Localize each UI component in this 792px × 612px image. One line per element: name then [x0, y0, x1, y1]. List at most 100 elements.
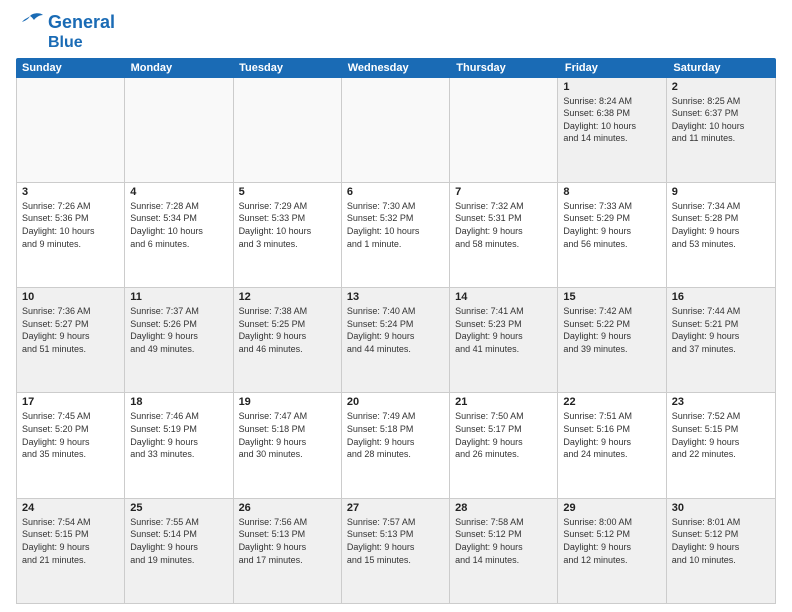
calendar-cell: 14 Sunrise: 7:41 AMSunset: 5:23 PMDayligh…	[450, 288, 558, 392]
calendar-cell: 11Sunrise: 7:37 AMSunset: 5:26 PMDayligh…	[125, 288, 233, 392]
calendar-cell	[450, 78, 558, 182]
day-info: Sunrise: 7:29 AMSunset: 5:33 PMDaylight:…	[239, 200, 336, 250]
day-number: 28	[455, 502, 552, 514]
calendar-cell	[234, 78, 342, 182]
day-number: 5	[239, 186, 336, 198]
calendar-header: SundayMondayTuesdayWednesdayThursdayFrid…	[16, 58, 776, 78]
day-number: 6	[347, 186, 444, 198]
day-info: Sunrise: 7:45 AMSunset: 5:20 PMDaylight:…	[22, 410, 119, 460]
calendar-cell: 2 Sunrise: 8:25 AMSunset: 6:37 PMDaylight…	[667, 78, 775, 182]
day-number: 29	[563, 502, 660, 514]
header-day-saturday: Saturday	[667, 58, 776, 78]
day-info: Sunrise: 8:24 AMSunset: 6:38 PMDaylight:…	[563, 95, 660, 145]
day-info: Sunrise: 8:01 AMSunset: 5:12 PMDaylight:…	[672, 516, 770, 566]
day-info: Sunrise: 7:49 AMSunset: 5:18 PMDaylight:…	[347, 410, 444, 460]
calendar-cell: 5 Sunrise: 7:29 AMSunset: 5:33 PMDaylight…	[234, 183, 342, 287]
day-info: Sunrise: 8:25 AMSunset: 6:37 PMDaylight:…	[672, 95, 770, 145]
day-number: 17	[22, 396, 119, 408]
calendar-cell: 12Sunrise: 7:38 AMSunset: 5:25 PMDayligh…	[234, 288, 342, 392]
day-info: Sunrise: 7:55 AMSunset: 5:14 PMDaylight:…	[130, 516, 227, 566]
calendar-cell: 25Sunrise: 7:55 AMSunset: 5:14 PMDayligh…	[125, 499, 233, 603]
calendar-cell: 8Sunrise: 7:33 AMSunset: 5:29 PMDaylight…	[558, 183, 666, 287]
day-info: Sunrise: 7:50 AMSunset: 5:17 PMDaylight:…	[455, 410, 552, 460]
header-day-sunday: Sunday	[16, 58, 125, 78]
logo-subtext: Blue	[48, 34, 83, 52]
header-day-tuesday: Tuesday	[233, 58, 342, 78]
calendar-cell: 28 Sunrise: 7:58 AMSunset: 5:12 PMDayligh…	[450, 499, 558, 603]
calendar-cell	[342, 78, 450, 182]
day-info: Sunrise: 7:26 AMSunset: 5:36 PMDaylight:…	[22, 200, 119, 250]
header-day-thursday: Thursday	[450, 58, 559, 78]
calendar-cell: 13Sunrise: 7:40 AMSunset: 5:24 PMDayligh…	[342, 288, 450, 392]
header-day-friday: Friday	[559, 58, 668, 78]
header: General Blue	[16, 12, 776, 52]
day-info: Sunrise: 7:56 AMSunset: 5:13 PMDaylight:…	[239, 516, 336, 566]
calendar-week-5: 24Sunrise: 7:54 AMSunset: 5:15 PMDayligh…	[17, 499, 775, 603]
day-info: Sunrise: 7:34 AMSunset: 5:28 PMDaylight:…	[672, 200, 770, 250]
header-day-wednesday: Wednesday	[342, 58, 451, 78]
day-number: 16	[672, 291, 770, 303]
day-info: Sunrise: 7:37 AMSunset: 5:26 PMDaylight:…	[130, 305, 227, 355]
day-number: 12	[239, 291, 336, 303]
day-number: 14	[455, 291, 552, 303]
day-number: 20	[347, 396, 444, 408]
day-info: Sunrise: 7:30 AMSunset: 5:32 PMDaylight:…	[347, 200, 444, 250]
day-number: 2	[672, 81, 770, 93]
day-info: Sunrise: 7:58 AMSunset: 5:12 PMDaylight:…	[455, 516, 552, 566]
calendar-body: 1 Sunrise: 8:24 AMSunset: 6:38 PMDaylight…	[16, 78, 776, 604]
day-info: Sunrise: 7:46 AMSunset: 5:19 PMDaylight:…	[130, 410, 227, 460]
day-number: 15	[563, 291, 660, 303]
calendar-cell: 7 Sunrise: 7:32 AMSunset: 5:31 PMDaylight…	[450, 183, 558, 287]
day-number: 19	[239, 396, 336, 408]
calendar-cell: 21 Sunrise: 7:50 AMSunset: 5:17 PMDayligh…	[450, 393, 558, 497]
day-info: Sunrise: 7:44 AMSunset: 5:21 PMDaylight:…	[672, 305, 770, 355]
day-info: Sunrise: 7:47 AMSunset: 5:18 PMDaylight:…	[239, 410, 336, 460]
calendar-cell: 6 Sunrise: 7:30 AMSunset: 5:32 PMDaylight…	[342, 183, 450, 287]
logo-text: General	[48, 13, 115, 33]
calendar-cell: 18 Sunrise: 7:46 AMSunset: 5:19 PMDayligh…	[125, 393, 233, 497]
calendar-cell: 3 Sunrise: 7:26 AMSunset: 5:36 PMDaylight…	[17, 183, 125, 287]
day-number: 4	[130, 186, 227, 198]
calendar-cell: 10Sunrise: 7:36 AMSunset: 5:27 PMDayligh…	[17, 288, 125, 392]
day-info: Sunrise: 8:00 AMSunset: 5:12 PMDaylight:…	[563, 516, 660, 566]
calendar-cell	[17, 78, 125, 182]
day-number: 23	[672, 396, 770, 408]
calendar-cell	[125, 78, 233, 182]
logo: General Blue	[16, 12, 115, 52]
day-number: 9	[672, 186, 770, 198]
day-number: 26	[239, 502, 336, 514]
day-number: 21	[455, 396, 552, 408]
calendar-cell: 24Sunrise: 7:54 AMSunset: 5:15 PMDayligh…	[17, 499, 125, 603]
day-number: 22	[563, 396, 660, 408]
day-number: 10	[22, 291, 119, 303]
calendar-cell: 4Sunrise: 7:28 AMSunset: 5:34 PMDaylight…	[125, 183, 233, 287]
day-info: Sunrise: 7:40 AMSunset: 5:24 PMDaylight:…	[347, 305, 444, 355]
day-number: 18	[130, 396, 227, 408]
logo-bird-icon	[16, 12, 44, 34]
day-info: Sunrise: 7:32 AMSunset: 5:31 PMDaylight:…	[455, 200, 552, 250]
calendar-cell: 1 Sunrise: 8:24 AMSunset: 6:38 PMDaylight…	[558, 78, 666, 182]
day-info: Sunrise: 7:41 AMSunset: 5:23 PMDaylight:…	[455, 305, 552, 355]
calendar-cell: 17 Sunrise: 7:45 AMSunset: 5:20 PMDayligh…	[17, 393, 125, 497]
day-number: 1	[563, 81, 660, 93]
day-info: Sunrise: 7:33 AMSunset: 5:29 PMDaylight:…	[563, 200, 660, 250]
calendar-cell: 9 Sunrise: 7:34 AMSunset: 5:28 PMDaylight…	[667, 183, 775, 287]
day-number: 7	[455, 186, 552, 198]
day-number: 27	[347, 502, 444, 514]
calendar-cell: 23Sunrise: 7:52 AMSunset: 5:15 PMDayligh…	[667, 393, 775, 497]
calendar-week-4: 17 Sunrise: 7:45 AMSunset: 5:20 PMDayligh…	[17, 393, 775, 498]
day-number: 3	[22, 186, 119, 198]
calendar-week-2: 3 Sunrise: 7:26 AMSunset: 5:36 PMDaylight…	[17, 183, 775, 288]
calendar-cell: 19 Sunrise: 7:47 AMSunset: 5:18 PMDayligh…	[234, 393, 342, 497]
calendar-cell: 15 Sunrise: 7:42 AMSunset: 5:22 PMDayligh…	[558, 288, 666, 392]
day-number: 24	[22, 502, 119, 514]
page: General Blue SundayMondayTuesdayWednesda…	[0, 0, 792, 612]
calendar-cell: 16 Sunrise: 7:44 AMSunset: 5:21 PMDayligh…	[667, 288, 775, 392]
day-info: Sunrise: 7:42 AMSunset: 5:22 PMDaylight:…	[563, 305, 660, 355]
day-number: 30	[672, 502, 770, 514]
calendar: SundayMondayTuesdayWednesdayThursdayFrid…	[16, 58, 776, 604]
calendar-cell: 26 Sunrise: 7:56 AMSunset: 5:13 PMDayligh…	[234, 499, 342, 603]
day-info: Sunrise: 7:51 AMSunset: 5:16 PMDaylight:…	[563, 410, 660, 460]
day-info: Sunrise: 7:57 AMSunset: 5:13 PMDaylight:…	[347, 516, 444, 566]
calendar-cell: 27 Sunrise: 7:57 AMSunset: 5:13 PMDayligh…	[342, 499, 450, 603]
